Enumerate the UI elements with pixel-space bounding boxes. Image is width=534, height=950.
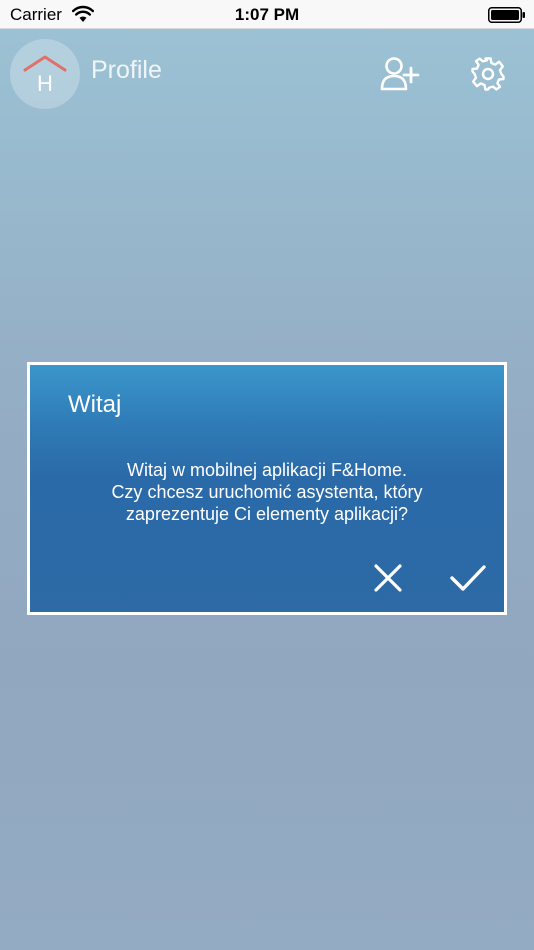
home-logo-icon[interactable]: H <box>10 39 80 109</box>
app-header: H Profile <box>0 29 534 115</box>
gear-icon[interactable] <box>470 56 506 92</box>
dialog-message-line: zaprezentuje Ci elementy aplikacji? <box>125 504 409 524</box>
battery-full-icon <box>488 7 525 23</box>
dialog-message: Witaj w mobilnej aplikacji F&Home. Czy c… <box>30 459 504 525</box>
close-icon[interactable] <box>371 561 405 595</box>
page-title: Profile <box>91 56 162 84</box>
checkmark-icon[interactable] <box>448 561 488 595</box>
welcome-dialog: Witaj Witaj w mobilnej aplikacji F&Home.… <box>27 362 507 615</box>
dialog-title: Witaj <box>68 391 122 418</box>
add-user-icon[interactable] <box>380 56 420 92</box>
status-time: 1:07 PM <box>234 5 300 24</box>
logo-letter: H <box>37 71 53 95</box>
house-logo-graphic: H <box>23 55 67 95</box>
status-bar: Carrier 1:07 PM <box>0 0 534 29</box>
dialog-message-line: Witaj w mobilnej aplikacji F&Home. <box>126 460 408 480</box>
dialog-message-line: Czy chcesz uruchomić asystenta, który <box>111 482 423 502</box>
